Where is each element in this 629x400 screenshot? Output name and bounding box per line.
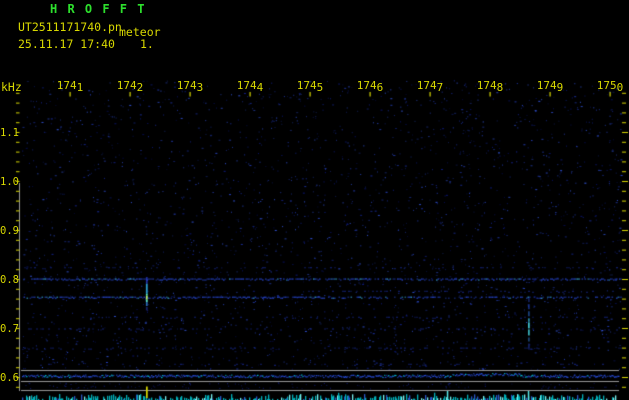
x-tick-label: 1747 (416, 79, 444, 94)
spectrogram-canvas (0, 0, 629, 400)
output-filename: UT2511171740.pn (18, 20, 122, 34)
x-tick-label: 1744 (236, 79, 264, 94)
x-tick-label: 1745 (296, 79, 324, 94)
x-tick-label: 1743 (176, 79, 204, 94)
x-tick-label: 1750 (596, 79, 624, 94)
x-tick-label: 1749 (536, 79, 564, 94)
app-title: H R O F F T (50, 2, 146, 16)
y-tick-label: 1.0 (0, 175, 19, 188)
x-tick-label: 1748 (476, 79, 504, 94)
y-tick-label: 0.8 (0, 273, 19, 286)
y-tick-label: 0.6 (0, 371, 19, 384)
frame-counter: 1. (140, 37, 154, 51)
hrofft-window: H R O F F T UT2511171740.pn meteor 25.11… (0, 0, 629, 400)
y-tick-label: 0.9 (0, 224, 19, 237)
frame-datetime: 25.11.17 17:40 (18, 37, 115, 51)
x-tick-label: 1742 (116, 79, 144, 94)
y-tick-label: 0.7 (0, 322, 19, 335)
y-axis-unit-label: kHz (1, 80, 22, 94)
x-tick-label: 1746 (356, 79, 384, 94)
x-tick-label: 1741 (56, 79, 84, 94)
y-tick-label: 1.1 (0, 126, 19, 139)
